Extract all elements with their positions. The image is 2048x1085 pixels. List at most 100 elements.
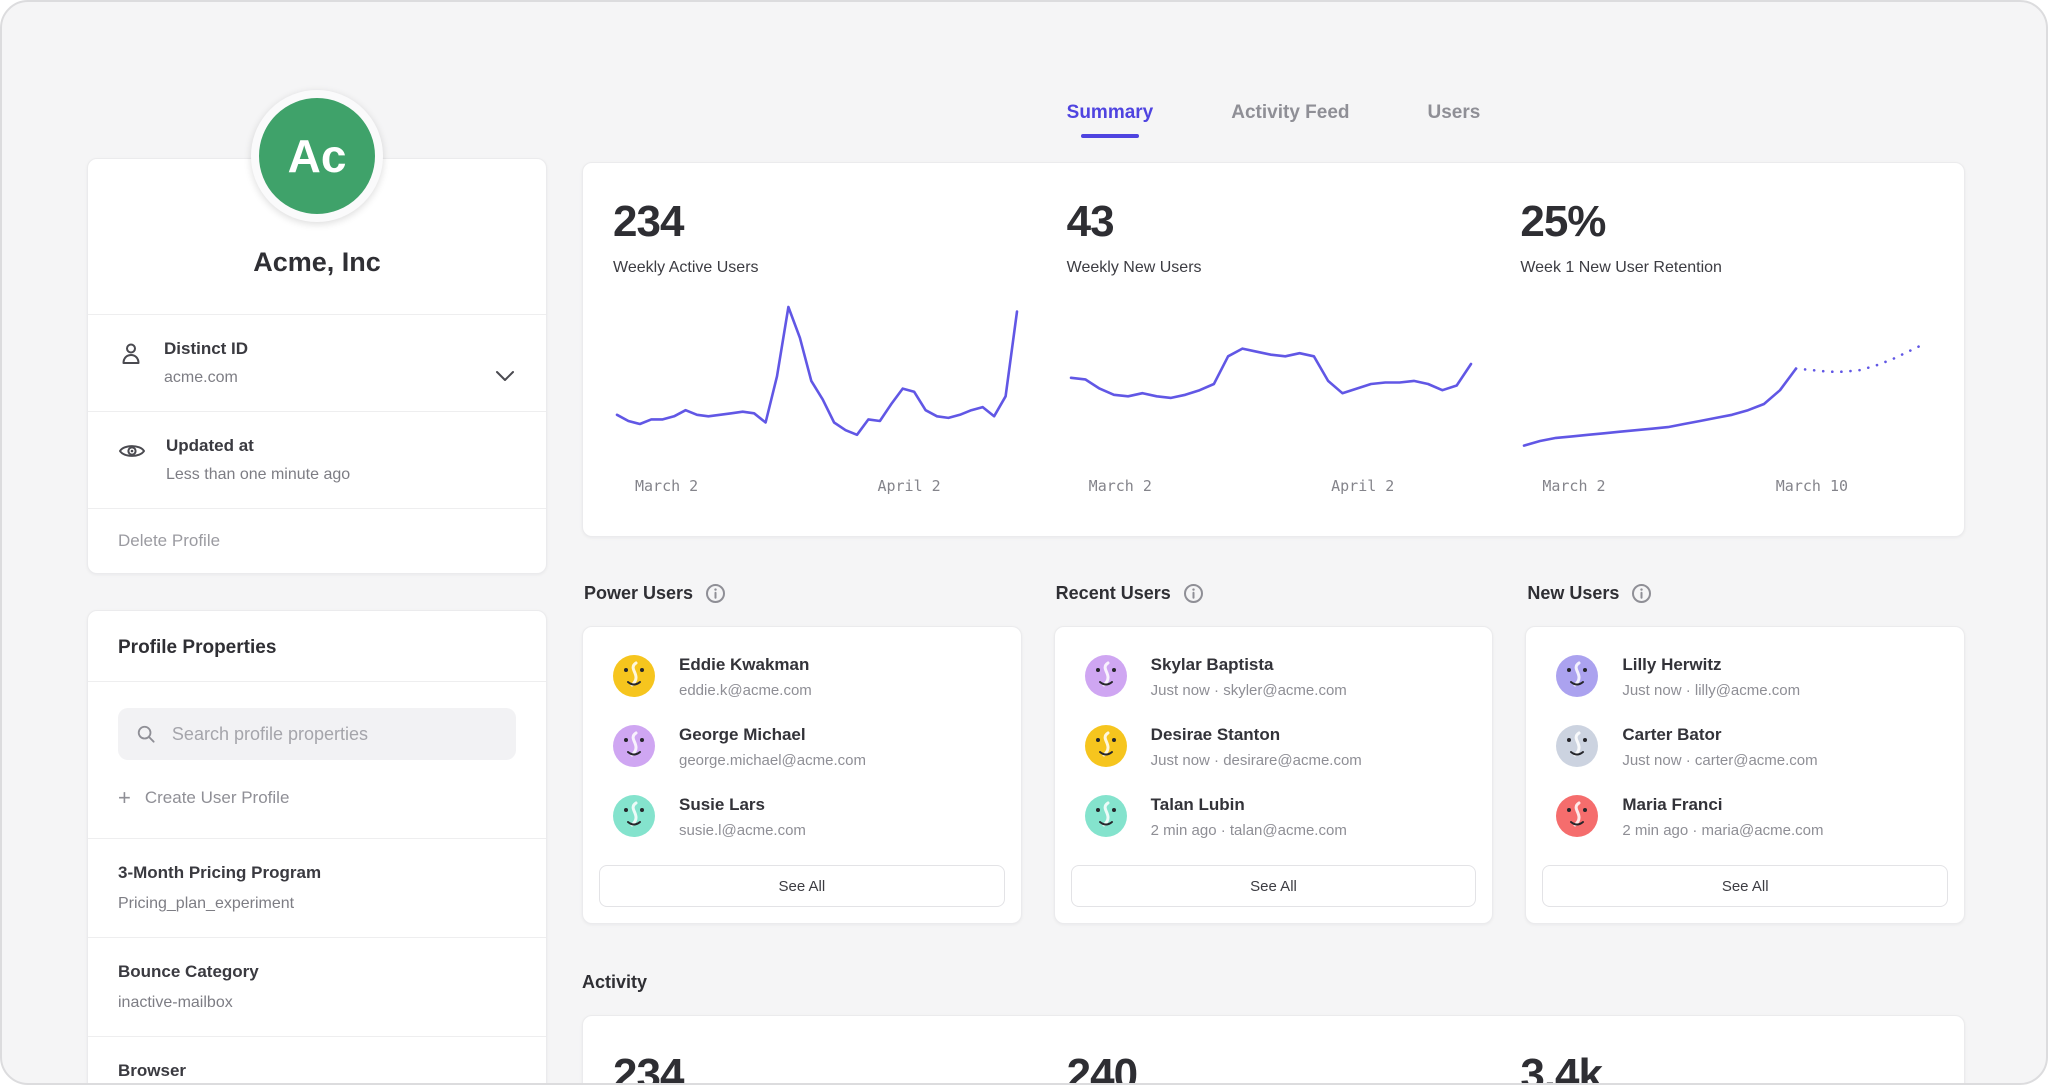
- user-name: Lilly Herwitz: [1622, 655, 1800, 675]
- activity-title: Activity: [582, 972, 1965, 993]
- org-avatar: Ac: [251, 90, 383, 222]
- user-subtitle: george.michael@acme.com: [679, 752, 866, 769]
- list-title: Power Users: [584, 583, 693, 604]
- info-icon[interactable]: [1631, 583, 1652, 604]
- search-icon: [136, 723, 156, 745]
- user-subtitle: eddie.k@acme.com: [679, 682, 812, 699]
- stat-value: 25%: [1520, 197, 1934, 247]
- weekly-new-users-chart: [1067, 297, 1477, 469]
- user-row[interactable]: Lilly Herwitz Just now · lilly@acme.com: [1542, 655, 1948, 699]
- see-all-button[interactable]: See All: [1542, 865, 1948, 907]
- active-tab-underline: [1081, 134, 1139, 138]
- face-icon: [613, 725, 655, 767]
- user-subtitle: 2 min ago · talan@acme.com: [1151, 822, 1347, 839]
- user-row[interactable]: Talan Lubin 2 min ago · talan@acme.com: [1071, 795, 1477, 839]
- face-icon: [1556, 655, 1598, 697]
- property-row[interactable]: Browser Chrome: [88, 1036, 546, 1085]
- property-name: Bounce Category: [118, 962, 516, 982]
- property-name: Browser: [118, 1061, 516, 1081]
- user-row[interactable]: Carter Bator Just now · carter@acme.com: [1542, 725, 1948, 769]
- see-all-button[interactable]: See All: [1071, 865, 1477, 907]
- face-icon: [1556, 795, 1598, 837]
- user-subtitle: susie.l@acme.com: [679, 822, 806, 839]
- user-name: Susie Lars: [679, 795, 806, 815]
- eye-icon: [118, 438, 146, 464]
- org-avatar-initials: Ac: [288, 129, 347, 183]
- face-icon: [1085, 725, 1127, 767]
- user-avatar: [1085, 725, 1127, 767]
- delete-profile-button[interactable]: Delete Profile: [88, 508, 546, 573]
- user-name: Skylar Baptista: [1151, 655, 1347, 675]
- stat-label: Week 1 New User Retention: [1520, 259, 1934, 277]
- x-axis-tick: March 2: [635, 477, 698, 495]
- property-row[interactable]: Bounce Category inactive-mailbox: [88, 937, 546, 1036]
- field-value: Less than one minute ago: [166, 466, 350, 484]
- stat-weekly-active-users: 234 Weekly Active Users March 2 April 2: [613, 197, 1027, 512]
- plus-icon: +: [118, 790, 131, 806]
- tab-users[interactable]: Users: [1428, 102, 1481, 138]
- property-row[interactable]: 3-Month Pricing Program Pricing_plan_exp…: [88, 838, 546, 937]
- main-content: Summary Activity Feed Users 234 Weekly A…: [582, 102, 1965, 1085]
- user-subtitle: Just now · skyler@acme.com: [1151, 682, 1347, 699]
- org-avatar-wrap: Ac: [87, 90, 547, 222]
- tabs: Summary Activity Feed Users: [582, 102, 1965, 138]
- list-title: Recent Users: [1056, 583, 1171, 604]
- updated-at-row: Updated at Less than one minute ago: [88, 411, 546, 508]
- stat-value: 234: [613, 197, 1027, 247]
- profile-properties-card: Profile Properties + Create User Profile…: [87, 610, 547, 1085]
- property-value: Pricing_plan_experiment: [118, 895, 516, 913]
- user-name: Talan Lubin: [1151, 795, 1347, 815]
- see-all-button[interactable]: See All: [599, 865, 1005, 907]
- recent-users-column: Recent Users: [1054, 583, 1494, 924]
- x-axis-tick: March 2: [1542, 477, 1605, 495]
- face-icon: [613, 655, 655, 697]
- user-row[interactable]: Eddie Kwakman eddie.k@acme.com: [599, 655, 1005, 699]
- x-axis-tick: March 10: [1776, 477, 1848, 495]
- x-axis-tick: March 2: [1089, 477, 1152, 495]
- activity-stat-value: 3.4k: [1520, 1050, 1934, 1085]
- new-users-card: Lilly Herwitz Just now · lilly@acme.com: [1525, 626, 1965, 924]
- summary-card: 234 Weekly Active Users March 2 April 2 …: [582, 162, 1965, 537]
- user-name: George Michael: [679, 725, 866, 745]
- distinct-id-row[interactable]: Distinct ID acme.com: [88, 314, 546, 411]
- user-avatar: [613, 655, 655, 697]
- stat-week1-retention: 25% Week 1 New User Retention March 2 Ma…: [1520, 197, 1934, 512]
- user-name: Maria Franci: [1622, 795, 1823, 815]
- user-avatar: [1556, 655, 1598, 697]
- stat-label: Weekly Active Users: [613, 259, 1027, 277]
- stat-label: Weekly New Users: [1067, 259, 1481, 277]
- user-row[interactable]: Skylar Baptista Just now · skyler@acme.c…: [1071, 655, 1477, 699]
- face-icon: [1085, 795, 1127, 837]
- user-name: Desirae Stanton: [1151, 725, 1362, 745]
- search-input[interactable]: [170, 723, 498, 746]
- chevron-down-icon[interactable]: [494, 369, 516, 383]
- tab-activity-feed[interactable]: Activity Feed: [1231, 102, 1349, 138]
- activity-stat-value: 240: [1067, 1050, 1481, 1085]
- face-icon: [613, 795, 655, 837]
- field-label: Updated at: [166, 436, 350, 456]
- face-icon: [1085, 655, 1127, 697]
- info-icon[interactable]: [1183, 583, 1204, 604]
- user-avatar: [1556, 725, 1598, 767]
- tab-summary[interactable]: Summary: [1067, 102, 1154, 138]
- create-user-profile-button[interactable]: + Create User Profile: [118, 788, 516, 808]
- user-row[interactable]: Maria Franci 2 min ago · maria@acme.com: [1542, 795, 1948, 839]
- recent-users-card: Skylar Baptista Just now · skyler@acme.c…: [1054, 626, 1494, 924]
- user-name: Eddie Kwakman: [679, 655, 812, 675]
- activity-section: Activity 234 240 3.4k: [582, 972, 1965, 1085]
- info-icon[interactable]: [705, 583, 726, 604]
- user-subtitle: Just now · lilly@acme.com: [1622, 682, 1800, 699]
- user-avatar: [613, 795, 655, 837]
- x-axis-tick: April 2: [1331, 477, 1394, 495]
- person-icon: [118, 341, 144, 367]
- user-row[interactable]: Susie Lars susie.l@acme.com: [599, 795, 1005, 839]
- user-avatar: [1085, 795, 1127, 837]
- face-icon: [1556, 725, 1598, 767]
- week1-retention-chart: [1520, 297, 1930, 469]
- user-row[interactable]: George Michael george.michael@acme.com: [599, 725, 1005, 769]
- user-row[interactable]: Desirae Stanton Just now · desirare@acme…: [1071, 725, 1477, 769]
- activity-card: 234 240 3.4k: [582, 1015, 1965, 1085]
- user-name: Carter Bator: [1622, 725, 1817, 745]
- search-input-wrap[interactable]: [118, 708, 516, 760]
- x-axis-tick: April 2: [877, 477, 940, 495]
